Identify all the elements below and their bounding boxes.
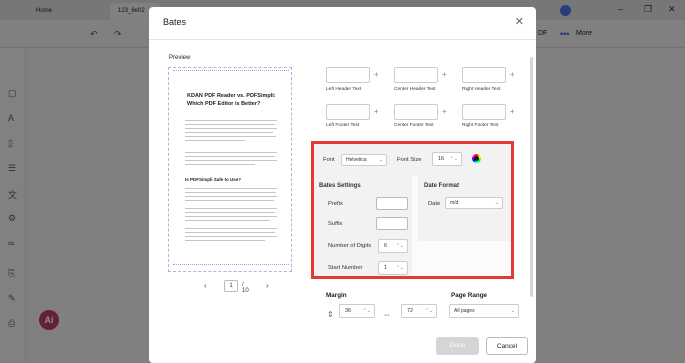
done-button[interactable]: Done [436,337,479,355]
preview-text-line [185,212,275,213]
font-label: Font [323,157,335,163]
spinner-icon[interactable]: ⌃⌄ [396,240,404,252]
date-format-value: m/d [450,200,459,206]
digits-value: 6 [384,243,388,249]
chevron-down-icon: ⌄ [378,157,383,163]
plus-icon[interactable]: + [510,107,515,116]
preview-text-line [185,200,274,201]
preview-text-line [185,232,275,233]
center-footer-input[interactable] [394,104,438,120]
preview-text-line [185,220,270,221]
preview-text-line [185,240,265,241]
right-header-label: Right Header Text [462,87,501,92]
preview-text-line [185,152,277,153]
font-select[interactable]: Helvetica ⌄ [341,154,387,166]
horizontal-margin-icon: ⇔ [383,310,391,319]
spinner-icon[interactable]: ⌃⌄ [363,305,371,317]
preview-text-line [185,140,245,141]
page-range-select[interactable]: All pages ⌄ [449,304,519,318]
top-margin-stepper[interactable]: 36 ⌃⌄ [339,304,375,318]
dialog-title: Bates [163,17,187,27]
plus-icon[interactable]: + [374,107,379,116]
chevron-down-icon: ⌄ [494,200,499,206]
side-margin-stepper[interactable]: 72 ⌃⌄ [401,304,437,318]
page-number-input[interactable]: 1 [224,280,238,292]
center-header-input[interactable] [394,67,438,83]
preview-text-line [185,236,277,237]
page-range-title: Page Range [451,292,488,299]
chevron-right-icon[interactable]: › [266,281,269,290]
preview-text-line [185,132,273,133]
left-footer-label: Left Footer Text [326,123,360,128]
center-header-label: Center Header Text [394,87,436,92]
right-footer-label: Right Footer Text [462,123,499,128]
center-footer-label: Center Footer Text [394,123,434,128]
cancel-button[interactable]: Cancel [486,337,528,355]
left-header-label: Left Header Text [326,87,362,92]
start-number-label: Start Number [328,265,363,271]
preview-text-line [185,188,277,189]
start-number-value: 1 [384,265,388,271]
right-header-input[interactable] [462,67,506,83]
page-range-value: All pages [454,308,475,314]
preview-text-line [185,124,275,125]
suffix-label: Suffix [328,221,343,227]
preview-doc-title: KDAN PDF Reader vs. PDFSimpli: Which PDF… [187,93,276,108]
preview-text-line [185,208,277,209]
dialog-scrollbar[interactable] [530,57,533,297]
spinner-icon[interactable]: ⌃⌄ [396,262,404,274]
top-margin-value: 36 [345,308,352,314]
preview-page: KDAN PDF Reader vs. PDFSimpli: Which PDF… [168,67,292,272]
side-margin-value: 72 [407,308,414,314]
preview-label: Preview [169,55,191,61]
preview-text-line [185,120,277,121]
preview-guide-line [173,70,289,71]
date-format-title: Date Format [424,183,460,189]
plus-icon[interactable]: + [442,107,447,116]
preview-doc-subheading: Is PDFSimpli Safe to Use? [185,177,242,182]
start-number-stepper[interactable]: 1 ⌃⌄ [378,261,408,275]
page-total: / 10 [242,282,249,294]
font-size-stepper[interactable]: 16 ⌃⌄ [432,152,462,166]
close-icon[interactable]: ✕ [515,15,524,28]
left-header-input[interactable] [326,67,370,83]
vertical-margin-icon: ⇕ [327,310,334,319]
preview-text-line [185,160,277,161]
preview-text-line [185,128,277,129]
plus-icon[interactable]: + [510,70,515,79]
digits-label: Number of Digits [328,243,372,249]
margin-title: Margin [326,292,347,299]
prefix-input[interactable] [376,197,408,210]
preview-text-line [185,136,276,137]
suffix-input[interactable] [376,217,408,230]
bates-dialog: Bates ✕ Preview KDAN PDF Reader vs. PDFS… [149,7,536,363]
font-select-value: Helvetica [346,157,367,163]
color-picker-icon[interactable] [472,154,481,163]
bates-settings-title: Bates Settings [319,183,361,189]
right-footer-input[interactable] [462,104,506,120]
preview-text-line [185,228,277,229]
preview-text-line [185,196,277,197]
chevron-down-icon: ⌄ [510,308,515,314]
digits-stepper[interactable]: 6 ⌃⌄ [378,239,408,253]
font-size-value: 16 [438,156,445,162]
preview-text-line [185,216,277,217]
highlighted-settings-panel: Font Helvetica ⌄ Font Size 16 ⌃⌄ Bates S… [311,141,514,279]
prefix-label: Prefix [328,201,343,207]
plus-icon[interactable]: + [442,70,447,79]
chevron-left-icon[interactable]: ‹ [204,281,207,290]
divider [149,39,536,40]
preview-guide-line [173,264,289,265]
plus-icon[interactable]: + [374,70,379,79]
left-footer-input[interactable] [326,104,370,120]
date-format-select[interactable]: m/d ⌄ [445,197,503,209]
spinner-icon[interactable]: ⌃⌄ [450,153,458,165]
preview-text-line [185,164,255,165]
spinner-icon[interactable]: ⌃⌄ [425,305,433,317]
font-size-label: Font Size [397,157,422,163]
date-label: Date [428,201,441,207]
preview-text-line [185,192,276,193]
preview-text-line [185,156,275,157]
